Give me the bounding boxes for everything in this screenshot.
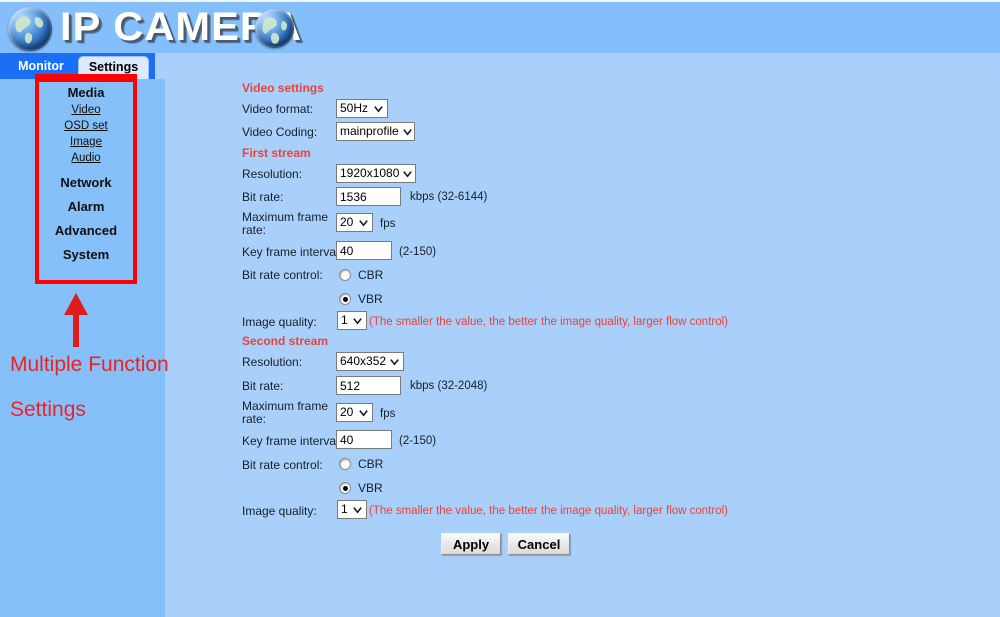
radio-s2-vbr-label: VBR xyxy=(358,481,383,495)
globe-icon xyxy=(8,7,52,51)
radio-s2-vbr[interactable]: VBR xyxy=(339,481,383,495)
input-s1-keyframe[interactable] xyxy=(336,241,392,260)
select-video-coding[interactable]: mainprofile xyxy=(336,122,415,141)
unit-s1-framerate: fps xyxy=(380,218,396,230)
select-s2-image-quality-value: 1 xyxy=(341,502,348,516)
select-s1-image-quality-value: 1 xyxy=(341,313,348,327)
unit-s2-framerate: fps xyxy=(380,408,396,420)
hint-s1-image-quality: (The smaller the value, the better the i… xyxy=(369,316,729,328)
radio-s2-cbr-label: CBR xyxy=(358,457,384,471)
select-s2-image-quality[interactable]: 1 xyxy=(337,500,367,519)
label-s2-keyframe: Key frame interval: xyxy=(242,434,343,448)
chevron-down-icon xyxy=(403,171,413,178)
radio-s2-vbr-indicator xyxy=(339,482,351,494)
unit-s2-keyframe: (2-150) xyxy=(399,435,437,447)
label-s1-image-quality: Image quality: xyxy=(242,315,317,329)
select-s1-framerate-value: 20 xyxy=(340,215,354,229)
chevron-down-icon xyxy=(359,220,368,227)
sidebar-item-advanced[interactable]: Advanced xyxy=(35,223,137,238)
hint-s2-image-quality: (The smaller the value, the better the i… xyxy=(369,505,729,517)
input-s2-keyframe[interactable] xyxy=(336,430,392,449)
select-s1-image-quality[interactable]: 1 xyxy=(337,311,367,330)
select-s1-resolution[interactable]: 1920x1080 xyxy=(336,164,416,183)
unit-s1-bitrate: kbps (32-6144) xyxy=(410,191,488,203)
label-s1-bitrate-control: Bit rate control: xyxy=(242,268,323,282)
section-video-settings: Video settings xyxy=(242,81,324,95)
radio-s1-cbr-label: CBR xyxy=(358,268,384,282)
chevron-down-icon xyxy=(390,359,399,366)
sidebar-item-osd-set[interactable]: OSD set xyxy=(35,118,137,134)
radio-s1-vbr-indicator xyxy=(339,293,351,305)
input-s2-bitrate[interactable] xyxy=(336,376,401,395)
label-s2-framerate: Maximum frame rate: xyxy=(242,399,329,426)
select-s2-resolution-value: 640x352 xyxy=(340,354,387,368)
sidebar-menu: Media Video OSD set Image Audio Network … xyxy=(35,78,137,284)
sidebar-item-alarm[interactable]: Alarm xyxy=(35,199,137,214)
select-s1-framerate[interactable]: 20 xyxy=(336,213,373,232)
label-s2-resolution: Resolution: xyxy=(242,355,303,369)
unit-s2-bitrate: kbps (32-2048) xyxy=(410,380,488,392)
sidebar-item-video[interactable]: Video xyxy=(35,102,137,118)
input-s1-bitrate[interactable] xyxy=(336,187,401,206)
radio-s1-vbr-label: VBR xyxy=(358,292,383,306)
section-second-stream: Second stream xyxy=(242,334,329,348)
cancel-button[interactable]: Cancel xyxy=(508,533,570,555)
radio-s2-cbr[interactable]: CBR xyxy=(339,457,383,471)
apply-button[interactable]: Apply xyxy=(441,533,501,555)
up-arrow-icon xyxy=(58,291,94,349)
annotation-text-line1: Multiple Function xyxy=(10,353,169,376)
annotation-underline xyxy=(35,74,137,79)
select-s2-framerate[interactable]: 20 xyxy=(336,403,373,422)
annotation-text-line2: Settings xyxy=(10,398,86,421)
label-s2-bitrate-control: Bit rate control: xyxy=(242,458,323,472)
chevron-down-icon xyxy=(353,507,362,514)
select-video-format[interactable]: 50Hz xyxy=(336,99,388,118)
select-video-coding-value: mainprofile xyxy=(340,124,399,138)
label-s1-keyframe: Key frame interval: xyxy=(242,245,343,259)
select-video-format-value: 50Hz xyxy=(340,101,369,115)
sidebar-item-system[interactable]: System xyxy=(35,247,137,262)
app-header: IP CAMERA xyxy=(0,0,1000,53)
sidebar-item-media[interactable]: Media xyxy=(35,85,137,100)
sidebar-item-image[interactable]: Image xyxy=(35,134,137,150)
radio-s2-cbr-indicator xyxy=(339,458,351,470)
label-s1-bitrate: Bit rate: xyxy=(242,190,284,204)
select-s1-resolution-value: 1920x1080 xyxy=(340,166,400,180)
chevron-down-icon xyxy=(374,106,383,113)
label-video-coding: Video Coding: xyxy=(242,125,318,139)
select-s2-resolution[interactable]: 640x352 xyxy=(336,352,404,371)
label-s1-resolution: Resolution: xyxy=(242,167,303,181)
chevron-down-icon xyxy=(402,129,412,136)
globe-icon xyxy=(255,9,294,48)
section-first-stream: First stream xyxy=(242,146,311,160)
unit-s1-keyframe: (2-150) xyxy=(399,246,437,258)
label-s1-framerate: Maximum frame rate: xyxy=(242,210,329,237)
radio-s1-vbr[interactable]: VBR xyxy=(339,292,383,306)
label-s2-image-quality: Image quality: xyxy=(242,504,317,518)
sidebar-item-audio[interactable]: Audio xyxy=(35,150,137,166)
radio-s1-cbr-indicator xyxy=(339,269,351,281)
select-s2-framerate-value: 20 xyxy=(340,405,354,419)
label-video-format: Video format: xyxy=(242,102,314,116)
chevron-down-icon xyxy=(353,318,362,325)
radio-s1-cbr[interactable]: CBR xyxy=(339,268,383,282)
sidebar-item-network[interactable]: Network xyxy=(35,175,137,190)
label-s2-bitrate: Bit rate: xyxy=(242,379,284,393)
chevron-down-icon xyxy=(359,410,368,417)
